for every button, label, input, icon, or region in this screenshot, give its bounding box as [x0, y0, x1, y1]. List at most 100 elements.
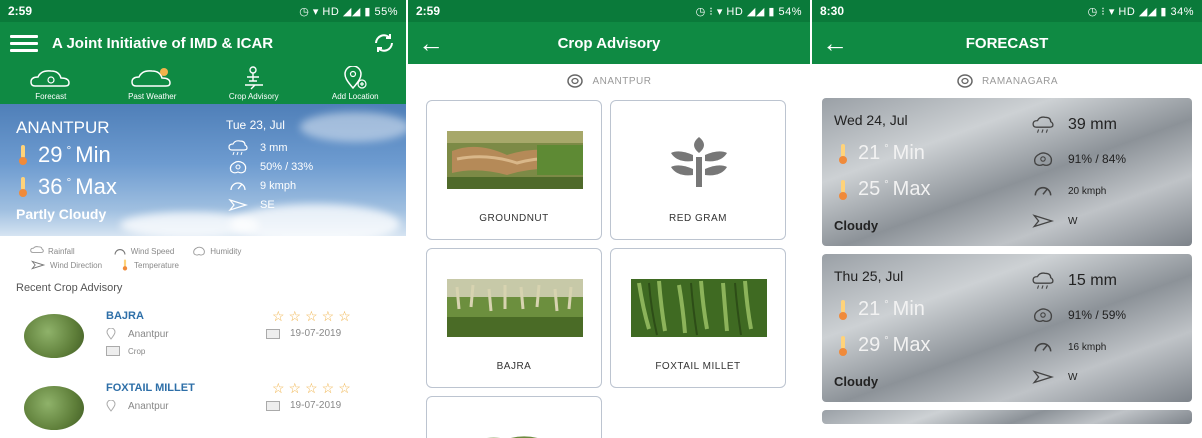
screen-title: FORECAST [965, 34, 1049, 52]
legend-humidity: Humidity [210, 246, 242, 256]
bajra-photo [447, 279, 583, 337]
forecast-rain: 15 mm [1068, 272, 1117, 289]
battery-level: 34% [1170, 5, 1194, 18]
current-weather-card: ANANTPUR Tue 23, Jul 29 ° Min 36 ° Max Par… [0, 104, 406, 236]
cloud-sun-icon [131, 68, 172, 87]
forecast-humidity: 91% / 59% [1068, 308, 1127, 322]
forecast-condition: Cloudy [834, 374, 879, 389]
rating-stars[interactable]: ☆☆☆☆☆ [272, 308, 355, 325]
status-time: 2:59 [416, 4, 441, 18]
forecast-max-value: 25 [858, 178, 881, 200]
status-time: 2:59 [8, 4, 33, 18]
nav-add-location[interactable]: Add Location [310, 66, 400, 101]
location-indicator[interactable]: RAMANAGARA [812, 64, 1202, 98]
crop-photo [487, 436, 538, 438]
nav-crop-advisory[interactable]: Crop Advisory [209, 66, 299, 101]
nav-add-location-label: Add Location [331, 92, 379, 101]
battery-level: 54% [778, 5, 802, 18]
hamburger-menu-icon[interactable] [10, 31, 38, 56]
wind-speed-icon [114, 249, 126, 255]
thermometer-icon [839, 335, 847, 356]
location-name: RAMANAGARA [981, 75, 1059, 87]
status-icons: ◷ ⁝ ▾ HD ◢◢ ▮ 34% [1087, 5, 1194, 18]
rainfall-icon [1032, 272, 1054, 289]
plant-placeholder-icon [671, 137, 727, 187]
forecast-max-label: Max [892, 334, 931, 356]
forecast-wind-speed: 16 kmph [1068, 341, 1107, 353]
rainfall-icon [228, 139, 248, 155]
status-icons: ◷ ▾ HD ◢◢ ▮ 55% [299, 5, 398, 18]
rating-stars[interactable]: ☆☆☆☆☆ [272, 380, 355, 397]
status-bar: 2:59 ◷ ⁝ ▾ HD ◢◢ ▮ 54% [408, 0, 810, 22]
crop-card-groundnut[interactable]: GROUNDNUT [426, 100, 602, 240]
thermometer-icon [839, 143, 847, 164]
legend-rainfall: Rainfall [48, 246, 75, 256]
advisory-item[interactable]: BAJRA Anantpur Crop ☆☆☆☆☆ 19-07-2019 [16, 300, 390, 372]
forecast-date: Thu 25, Jul [834, 268, 904, 284]
icon-legend: Rainfall Wind Speed Humidity Wind Direct… [0, 236, 406, 272]
forecast-min-label: Min [892, 298, 925, 320]
nav-forecast[interactable]: Forecast [6, 66, 96, 101]
location-indicator[interactable]: ANANTPUR [408, 64, 810, 98]
wind-speed-icon [230, 181, 246, 190]
crop-label: RED GRAM [669, 213, 727, 224]
max-temp-label: Max [75, 174, 117, 199]
nav-crop-advisory-label: Crop Advisory [228, 92, 279, 101]
forecast-day-card[interactable] [822, 410, 1192, 424]
screen-title: Crop Advisory [557, 34, 661, 52]
cloud-sun-icon [29, 70, 70, 87]
calendar-icon [266, 328, 280, 339]
humidity-icon [1034, 308, 1053, 323]
status-icons: ◷ ⁝ ▾ HD ◢◢ ▮ 54% [695, 5, 802, 18]
crop-card-red-gram[interactable]: RED GRAM [610, 100, 786, 240]
forecast-min-value: 21 [858, 298, 881, 320]
app-bar: A Joint Initiative of IMD & ICAR [0, 22, 406, 64]
forecast-condition: Cloudy [834, 218, 879, 233]
calendar-icon [266, 400, 280, 411]
location-name: ANANTPUR [592, 75, 652, 87]
back-arrow-icon[interactable]: ← [822, 30, 852, 56]
legend-wind-direction: Wind Direction [50, 260, 103, 270]
crop-label: GROUNDNUT [479, 213, 549, 224]
status-time: 8:30 [820, 4, 845, 18]
crop-thumbnail [24, 314, 84, 358]
back-arrow-icon[interactable]: ← [418, 30, 448, 56]
main-nav: Forecast Past Weather Crop Advisory Add … [0, 64, 406, 104]
forecast-wind-direction: W [1068, 371, 1078, 383]
forecast-date: Wed 24, Jul [834, 112, 908, 128]
advisory-item[interactable]: FOXTAIL MILLET Anantpur ☆☆☆☆☆ 19-07-2019 [16, 372, 390, 438]
nav-forecast-label: Forecast [35, 92, 67, 101]
forecast-max-label: Max [892, 178, 931, 200]
forecast-day-card[interactable]: Wed 24, Jul 21 ° Min 25 ° Max Cloudy 39 mm… [822, 98, 1192, 246]
forecast-humidity: 91% / 84% [1068, 152, 1127, 166]
refresh-icon[interactable] [372, 31, 396, 55]
crop-card[interactable] [426, 396, 602, 438]
min-temp: 29 ° Min [16, 142, 111, 168]
forecast-min: 21 ° Min [836, 298, 925, 321]
wind-speed-icon [1034, 187, 1052, 196]
nav-past-weather[interactable]: Past Weather [107, 66, 197, 101]
crop-card-bajra[interactable]: BAJRA [426, 248, 602, 388]
current-condition: Partly Cloudy [16, 206, 107, 222]
home-screen: 2:59 ◷ ▾ HD ◢◢ ▮ 55% A Joint Initiative … [0, 0, 406, 438]
crop-label: BAJRA [496, 361, 532, 372]
humidity-icon [1034, 152, 1053, 167]
location-pin-icon [957, 74, 973, 88]
min-temp-label: Min [75, 142, 111, 167]
advisory-crop-name: BAJRA [106, 310, 144, 322]
wind-direction-icon [228, 198, 248, 211]
forecast-wind-speed: 20 kmph [1068, 185, 1107, 197]
location-pin-icon [106, 328, 116, 340]
current-stats: 3 mm 50% / 33% 9 kmph SE [228, 138, 313, 214]
crop-label: FOXTAIL MILLET [655, 361, 741, 372]
location-pin-icon [106, 400, 116, 412]
forecast-min: 21 ° Min [836, 142, 925, 165]
recent-advisory-heading: Recent Crop Advisory [16, 282, 123, 294]
legend-wind-speed: Wind Speed [130, 246, 175, 256]
nav-past-weather-label: Past Weather [128, 92, 177, 101]
rainfall-icon [30, 246, 44, 253]
crop-advisory-screen: 2:59 ◷ ⁝ ▾ HD ◢◢ ▮ 54% ← Crop Advisory A… [408, 0, 810, 438]
forecast-max: 25 ° Max [836, 178, 930, 201]
crop-card-foxtail-millet[interactable]: FOXTAIL MILLET [610, 248, 786, 388]
forecast-day-card[interactable]: Thu 25, Jul 21 ° Min 29 ° Max Cloudy 15 mm… [822, 254, 1192, 402]
